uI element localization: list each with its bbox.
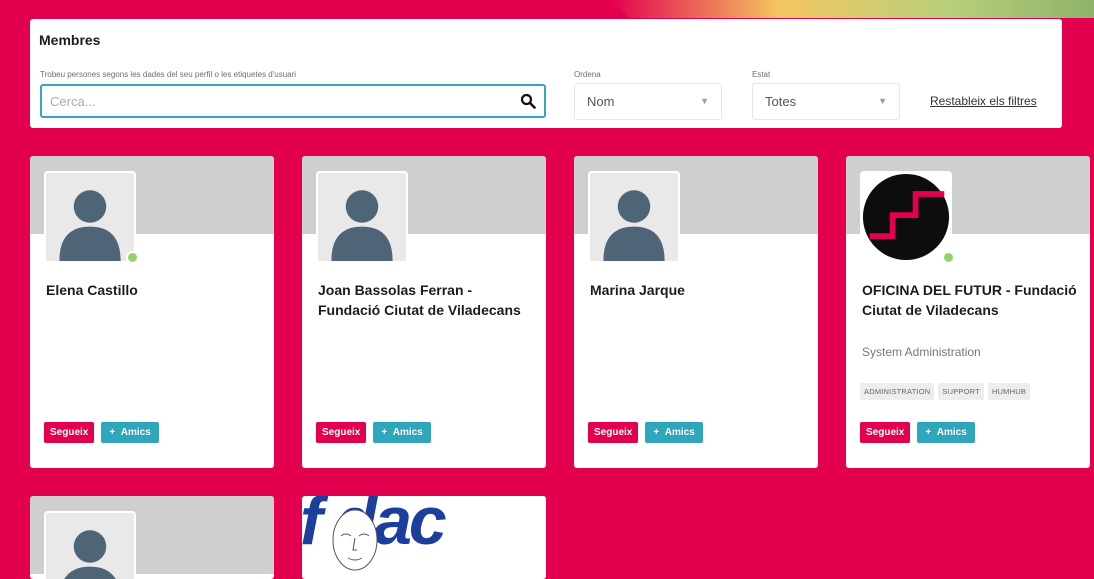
avatar[interactable] (44, 171, 136, 263)
avatar[interactable] (44, 511, 136, 579)
plus-icon: + (925, 427, 932, 438)
online-status-dot (942, 251, 955, 264)
status-value: Totes (765, 94, 797, 109)
add-friend-label: Amics (936, 427, 967, 438)
member-name[interactable]: Elena Castillo (46, 280, 261, 300)
status-label: Estat (752, 70, 771, 79)
member-card[interactable]: Elena Castillo Segueix + Amics (30, 156, 274, 468)
member-card[interactable]: f dac (302, 496, 546, 579)
member-name[interactable]: Joan Bassolas Ferran - Fundació Ciutat d… (318, 280, 533, 320)
follow-button[interactable]: Segueix (860, 422, 911, 443)
reset-filters-link[interactable]: Restableix els filtres (930, 94, 1037, 108)
search-box[interactable] (40, 84, 546, 118)
corner-decoration (610, 0, 1094, 18)
face-sketch-icon (332, 509, 378, 571)
add-friend-button[interactable]: + Amics (645, 422, 703, 443)
plus-icon: + (381, 427, 388, 438)
follow-button[interactable]: Segueix (44, 422, 95, 443)
user-tag[interactable]: HUMHUB (987, 383, 1031, 400)
avatar[interactable] (588, 171, 680, 263)
sort-label: Ordena (574, 70, 601, 79)
plus-icon: + (109, 427, 116, 438)
add-friend-label: Amics (120, 427, 151, 438)
user-tag[interactable]: ADMINISTRATION (860, 383, 935, 400)
add-friend-button[interactable]: + Amics (373, 422, 431, 443)
user-tag[interactable]: SUPPORT (938, 383, 984, 400)
sort-select[interactable]: Nom ▼ (574, 83, 722, 120)
search-icon[interactable] (520, 93, 536, 109)
user-silhouette-icon (318, 173, 406, 261)
online-status-dot (126, 251, 139, 264)
member-subtitle: System Administration (862, 345, 981, 359)
oficina-logo-icon (862, 173, 950, 261)
member-card[interactable]: Marina Jarque Segueix + Amics (574, 156, 818, 468)
filter-panel: Membres Trobeu persones segons les dades… (30, 19, 1062, 128)
search-label: Trobeu persones segons les dades del seu… (40, 70, 297, 79)
avatar[interactable] (860, 171, 952, 263)
user-silhouette-icon (46, 173, 134, 261)
user-silhouette-icon (46, 513, 134, 579)
fundacio-logo-image[interactable]: f dac (302, 496, 546, 579)
member-name[interactable]: Marina Jarque (590, 280, 805, 300)
chevron-down-icon: ▼ (878, 96, 887, 106)
plus-icon: + (653, 427, 660, 438)
chevron-down-icon: ▼ (700, 96, 709, 106)
add-friend-button[interactable]: + Amics (917, 422, 975, 443)
page-title: Membres (39, 32, 101, 48)
add-friend-label: Amics (392, 427, 423, 438)
member-card[interactable] (30, 496, 274, 579)
member-card[interactable]: Joan Bassolas Ferran - Fundació Ciutat d… (302, 156, 546, 468)
user-silhouette-icon (590, 173, 678, 261)
avatar[interactable] (316, 171, 408, 263)
search-input[interactable] (50, 92, 500, 110)
follow-button[interactable]: Segueix (588, 422, 639, 443)
add-friend-button[interactable]: + Amics (101, 422, 159, 443)
member-card[interactable]: OFICINA DEL FUTUR - Fundació Ciutat de V… (846, 156, 1090, 468)
status-select[interactable]: Totes ▼ (752, 83, 900, 120)
add-friend-label: Amics (664, 427, 695, 438)
member-name[interactable]: OFICINA DEL FUTUR - Fundació Ciutat de V… (862, 280, 1077, 320)
follow-button[interactable]: Segueix (316, 422, 367, 443)
sort-value: Nom (587, 94, 615, 109)
